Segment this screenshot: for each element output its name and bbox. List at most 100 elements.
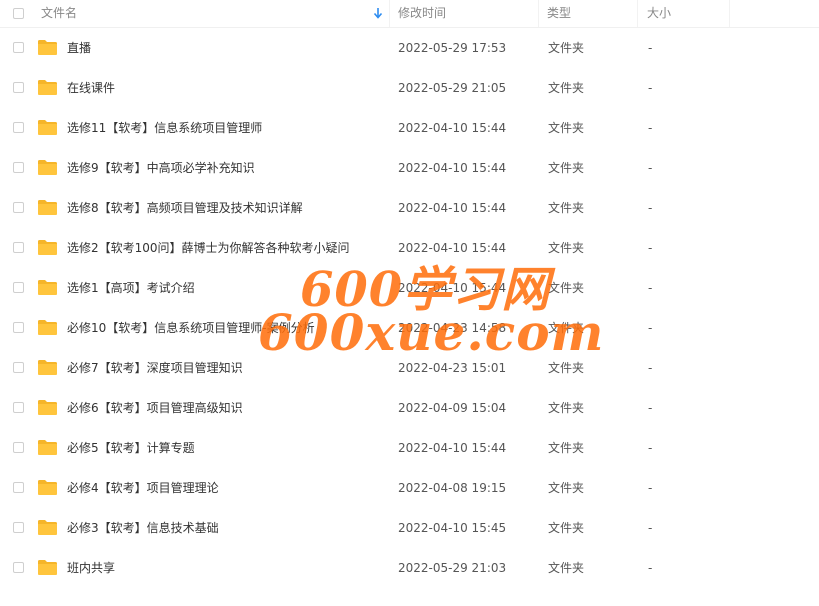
column-header-modified[interactable]: 修改时间	[390, 0, 539, 27]
modified-time: 2022-04-23 15:01	[398, 361, 507, 375]
file-name[interactable]: 选修11【软考】信息系统项目管理师	[67, 108, 262, 148]
file-name[interactable]: 选修9【软考】中高项必学补充知识	[67, 148, 255, 188]
file-name[interactable]: 直播	[67, 28, 91, 68]
file-size: -	[648, 41, 653, 55]
modified-time: 2022-04-23 14:58	[398, 321, 507, 335]
row-checkbox[interactable]	[13, 482, 24, 493]
row-checkbox[interactable]	[13, 42, 24, 53]
row-checkbox[interactable]	[13, 282, 24, 293]
file-name[interactable]: 选修8【软考】高频项目管理及技术知识详解	[67, 188, 303, 228]
file-type: 文件夹	[548, 121, 585, 135]
row-checkbox[interactable]	[13, 162, 24, 173]
folder-icon	[38, 400, 57, 415]
file-name[interactable]: 必修10【软考】信息系统项目管理师-案例分析	[67, 308, 315, 348]
file-list: 文件名 修改时间 类型 大小 直播 2022-05-29 17:53 文件夹 - 在线课…	[0, 0, 819, 606]
modified-time: 2022-05-29 17:53	[398, 41, 507, 55]
table-row[interactable]: 必修3【软考】信息技术基础 2022-04-10 15:45 文件夹 -	[0, 508, 819, 548]
file-size: -	[648, 481, 653, 495]
table-row[interactable]: 直播 2022-05-29 17:53 文件夹 -	[0, 28, 819, 68]
table-row[interactable]: 必修6【软考】项目管理高级知识 2022-04-09 15:04 文件夹 -	[0, 388, 819, 428]
file-size: -	[648, 281, 653, 295]
file-name[interactable]: 选修2【软考100问】薛博士为你解答各种软考小疑问	[67, 228, 350, 268]
table-row[interactable]: 选修8【软考】高频项目管理及技术知识详解 2022-04-10 15:44 文件夹 -	[0, 188, 819, 228]
table-row[interactable]: 选修11【软考】信息系统项目管理师 2022-04-10 15:44 文件夹 -	[0, 108, 819, 148]
folder-icon	[38, 80, 57, 95]
modified-time: 2022-05-29 21:03	[398, 561, 507, 575]
row-checkbox[interactable]	[13, 562, 24, 573]
folder-icon	[38, 40, 57, 55]
modified-time: 2022-04-10 15:44	[398, 281, 507, 295]
file-type: 文件夹	[548, 361, 585, 375]
file-name[interactable]: 选修1【高项】考试介绍	[67, 268, 195, 308]
table-row[interactable]: 必修10【软考】信息系统项目管理师-案例分析 2022-04-23 14:58 文件…	[0, 308, 819, 348]
file-type: 文件夹	[548, 321, 585, 335]
column-header-type[interactable]: 类型	[539, 0, 638, 27]
file-type: 文件夹	[548, 561, 585, 575]
table-row[interactable]: 必修7【软考】深度项目管理知识 2022-04-23 15:01 文件夹 -	[0, 348, 819, 388]
row-checkbox[interactable]	[13, 122, 24, 133]
file-name[interactable]: 必修6【软考】项目管理高级知识	[67, 388, 243, 428]
file-type: 文件夹	[548, 281, 585, 295]
file-name[interactable]: 必修5【软考】计算专题	[67, 428, 195, 468]
file-size: -	[648, 321, 653, 335]
row-checkbox[interactable]	[13, 82, 24, 93]
column-header-size[interactable]: 大小	[639, 0, 730, 27]
folder-icon	[38, 440, 57, 455]
sort-arrow-down-icon[interactable]	[373, 7, 383, 19]
folder-icon	[38, 160, 57, 175]
file-size: -	[648, 561, 653, 575]
file-type: 文件夹	[548, 521, 585, 535]
file-size: -	[648, 241, 653, 255]
column-header-modified-label: 修改时间	[398, 6, 447, 20]
folder-icon	[38, 120, 57, 135]
file-type: 文件夹	[548, 441, 585, 455]
column-header-size-label: 大小	[647, 6, 672, 20]
folder-icon	[38, 200, 57, 215]
modified-time: 2022-04-10 15:44	[398, 241, 507, 255]
file-size: -	[648, 521, 653, 535]
row-checkbox[interactable]	[13, 202, 24, 213]
file-size: -	[648, 401, 653, 415]
table-row[interactable]: 选修2【软考100问】薛博士为你解答各种软考小疑问 2022-04-10 15:4…	[0, 228, 819, 268]
table-row[interactable]: 必修5【软考】计算专题 2022-04-10 15:44 文件夹 -	[0, 428, 819, 468]
table-row[interactable]: 选修9【软考】中高项必学补充知识 2022-04-10 15:44 文件夹 -	[0, 148, 819, 188]
select-all-checkbox[interactable]	[13, 8, 24, 19]
row-checkbox[interactable]	[13, 242, 24, 253]
row-checkbox[interactable]	[13, 402, 24, 413]
file-name[interactable]: 在线课件	[67, 68, 115, 108]
row-checkbox[interactable]	[13, 442, 24, 453]
file-size: -	[648, 81, 653, 95]
table-row[interactable]: 必修4【软考】项目管理理论 2022-04-08 19:15 文件夹 -	[0, 468, 819, 508]
file-name[interactable]: 必修3【软考】信息技术基础	[67, 508, 219, 548]
table-row[interactable]: 在线课件 2022-05-29 21:05 文件夹 -	[0, 68, 819, 108]
file-list-header: 文件名 修改时间 类型 大小	[0, 0, 819, 28]
column-header-name[interactable]: 文件名	[41, 0, 390, 27]
file-type: 文件夹	[548, 481, 585, 495]
modified-time: 2022-04-10 15:44	[398, 201, 507, 215]
file-name[interactable]: 班内共享	[67, 548, 115, 588]
folder-icon	[38, 360, 57, 375]
folder-icon	[38, 240, 57, 255]
file-name[interactable]: 必修7【软考】深度项目管理知识	[67, 348, 243, 388]
file-size: -	[648, 361, 653, 375]
modified-time: 2022-04-10 15:45	[398, 521, 507, 535]
file-type: 文件夹	[548, 401, 585, 415]
row-checkbox[interactable]	[13, 522, 24, 533]
file-type: 文件夹	[548, 161, 585, 175]
file-name[interactable]: 必修4【软考】项目管理理论	[67, 468, 219, 508]
file-type: 文件夹	[548, 41, 585, 55]
folder-icon	[38, 560, 57, 575]
folder-icon	[38, 320, 57, 335]
table-row[interactable]: 班内共享 2022-05-29 21:03 文件夹 -	[0, 548, 819, 588]
folder-icon	[38, 280, 57, 295]
row-checkbox[interactable]	[13, 322, 24, 333]
column-header-name-label: 文件名	[41, 6, 78, 20]
column-header-type-label: 类型	[547, 6, 572, 20]
file-type: 文件夹	[548, 201, 585, 215]
row-checkbox[interactable]	[13, 362, 24, 373]
folder-icon	[38, 480, 57, 495]
file-size: -	[648, 161, 653, 175]
file-size: -	[648, 441, 653, 455]
table-row[interactable]: 选修1【高项】考试介绍 2022-04-10 15:44 文件夹 -	[0, 268, 819, 308]
modified-time: 2022-04-08 19:15	[398, 481, 507, 495]
